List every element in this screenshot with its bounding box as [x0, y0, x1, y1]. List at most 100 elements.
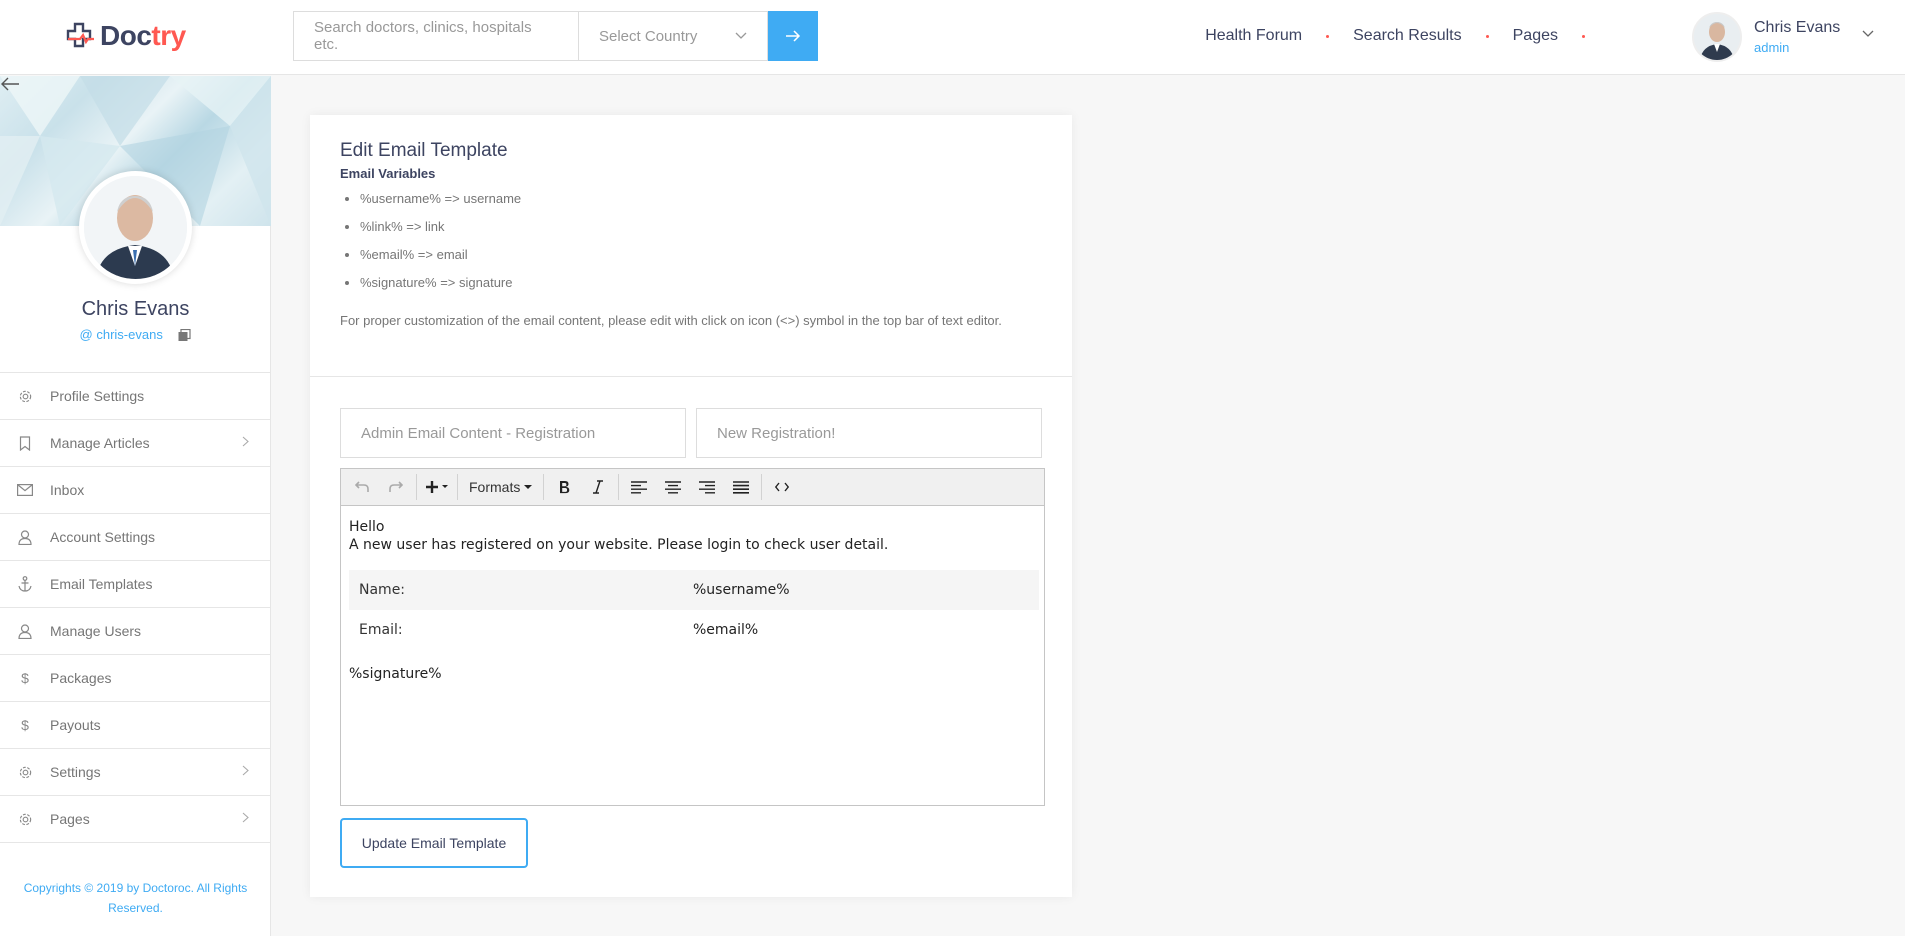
sidebar-item-label: Manage Users [50, 623, 142, 639]
chevron-down-icon[interactable] [1862, 30, 1874, 38]
formats-label: Formats [469, 479, 521, 495]
sidebar: Chris Evans @ chris-evans Profile Settin… [0, 76, 271, 936]
sidebar-item-label: Profile Settings [50, 388, 145, 404]
search-submit-button[interactable] [768, 11, 818, 61]
align-justify-icon [733, 480, 750, 494]
gear-icon [17, 388, 33, 404]
search-bar: Search doctors, clinics, hospitals etc. … [293, 11, 818, 61]
copyright: Copyrights © 2019 by Doctoroc. All Right… [23, 881, 248, 915]
rich-text-editor: Formats Hello A new user has registered … [340, 468, 1045, 806]
align-center-icon [665, 480, 682, 493]
profile-handle-text[interactable]: @ chris-evans [80, 327, 163, 342]
top-nav: Health Forum Search Results Pages [1181, 0, 1585, 72]
table-cell-label: Email: [359, 622, 403, 638]
bookmark-icon [17, 435, 33, 451]
user-icon [17, 529, 33, 545]
toolbar-separator [457, 474, 458, 500]
list-item: %email% => email [360, 245, 521, 273]
align-center-button[interactable] [656, 473, 690, 501]
page-title: Edit Email Template [340, 140, 508, 161]
logo[interactable]: Doctry [64, 20, 186, 52]
profile-name: Chris Evans [81, 298, 190, 320]
user-icon [17, 623, 33, 639]
toolbar-separator [618, 474, 620, 500]
email-variables-heading: Email Variables [340, 166, 436, 181]
chevron-down-icon [735, 32, 747, 39]
code-icon [775, 482, 790, 492]
table-cell-value: %email% [693, 622, 759, 638]
formats-dropdown[interactable]: Formats [461, 473, 540, 501]
user-menu[interactable]: Chris Evans admin [1692, 12, 1874, 62]
source-code-button[interactable] [765, 473, 799, 501]
editor-toolbar: Formats [341, 469, 1044, 506]
nav-separator-dot [1582, 34, 1585, 38]
table-row: Email: %email% [349, 610, 1039, 650]
align-right-icon [699, 480, 716, 493]
sidebar-item-account-settings[interactable]: Account Settings [0, 514, 271, 561]
sidebar-item-manage-articles[interactable]: Manage Articles [0, 420, 271, 467]
list-item: %signature% => signature [360, 273, 521, 301]
logo-cross-icon [66, 22, 94, 48]
sidebar-item-label: Manage Articles [50, 435, 150, 451]
sidebar-item-payouts[interactable]: $ Payouts [0, 702, 271, 749]
plus-icon [426, 481, 448, 493]
editor-table: Name: %username% Email: %email% [349, 570, 1039, 650]
toolbar-separator [543, 474, 545, 500]
profile-handle: @ chris-evans [0, 327, 271, 342]
top-header: Doctry Search doctors, clinics, hospital… [0, 0, 1905, 75]
arrow-right-icon [786, 30, 801, 42]
avatar [1692, 12, 1742, 62]
sidebar-item-label: Payouts [50, 717, 101, 733]
back-arrow-icon[interactable] [0, 76, 20, 92]
editor-signature: %signature% [349, 666, 442, 682]
template-title-field[interactable]: Admin Email Content - Registration [340, 408, 686, 458]
redo-button[interactable] [379, 473, 413, 501]
user-name: Chris Evans [1754, 19, 1841, 36]
profile-avatar [79, 171, 192, 284]
sidebar-item-email-templates[interactable]: Email Templates [0, 561, 271, 608]
country-select[interactable]: Select Country [578, 11, 768, 61]
search-input[interactable]: Search doctors, clinics, hospitals etc. [293, 11, 578, 61]
undo-button[interactable] [345, 473, 379, 501]
update-email-template-button[interactable]: Update Email Template [340, 818, 528, 868]
sidebar-item-label: Inbox [50, 482, 85, 498]
edit-email-template-card: Edit Email Template Email Variables %use… [310, 115, 1072, 897]
anchor-icon [17, 576, 33, 592]
bold-icon [560, 481, 570, 494]
divider [310, 376, 1072, 377]
caret-down-icon [524, 484, 533, 489]
sidebar-item-pages[interactable]: Pages [0, 796, 271, 843]
chevron-right-icon [242, 436, 249, 447]
align-left-button[interactable] [622, 473, 656, 501]
sidebar-item-manage-users[interactable]: Manage Users [0, 608, 271, 655]
sidebar-item-label: Packages [50, 670, 112, 686]
help-text: For proper customization of the email co… [340, 313, 1002, 328]
sidebar-item-profile-settings[interactable]: Profile Settings [0, 373, 271, 420]
editor-content[interactable]: Hello A new user has registered on your … [341, 506, 1044, 805]
toolbar-separator [416, 474, 417, 500]
list-item: %username% => username [360, 189, 521, 217]
sidebar-item-inbox[interactable]: Inbox [0, 467, 271, 514]
undo-icon [355, 481, 369, 492]
nav-pages[interactable]: Pages [1489, 27, 1582, 45]
sidebar-item-settings[interactable]: Settings [0, 749, 271, 796]
nav-health-forum[interactable]: Health Forum [1181, 27, 1326, 45]
email-subject-field[interactable]: New Registration! [696, 408, 1042, 458]
align-justify-button[interactable] [724, 473, 758, 501]
insert-button[interactable] [420, 473, 454, 501]
user-info: Chris Evans admin [1754, 19, 1840, 55]
sidebar-item-label: Account Settings [50, 529, 156, 545]
italic-button[interactable] [581, 473, 615, 501]
sidebar-item-label: Pages [50, 811, 90, 827]
sidebar-item-packages[interactable]: $ Packages [0, 655, 271, 702]
bold-button[interactable] [547, 473, 581, 501]
table-cell-value: %username% [693, 582, 790, 598]
copy-icon[interactable] [178, 329, 192, 342]
align-right-button[interactable] [690, 473, 724, 501]
email-variables-list: %username% => username %link% => link %e… [360, 189, 521, 301]
nav-search-results[interactable]: Search Results [1329, 27, 1486, 45]
editor-message: A new user has registered on your websit… [349, 537, 889, 553]
sidebar-menu: Profile Settings Manage Articles Inbox A… [0, 372, 271, 843]
chevron-right-icon [242, 812, 249, 823]
redo-icon [389, 481, 403, 492]
